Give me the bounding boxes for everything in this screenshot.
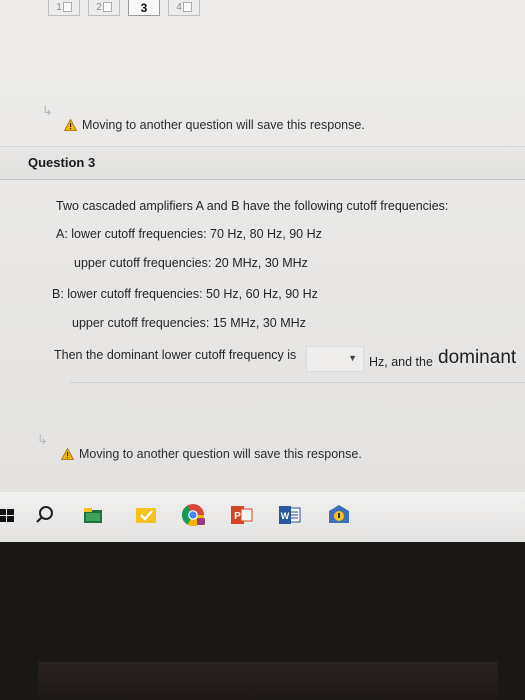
- save-notice-text: Moving to another question will save thi…: [82, 118, 365, 132]
- search-icon[interactable]: [32, 502, 58, 528]
- saved-icon: [182, 2, 192, 13]
- taskbar: P W: [0, 492, 525, 542]
- chrome-icon[interactable]: [180, 502, 206, 528]
- amp-a-upper: upper cutoff frequencies: 20 MHz, 30 MHz: [74, 256, 308, 270]
- svg-text:W: W: [281, 511, 290, 521]
- saved-icon: [62, 2, 72, 13]
- save-notice: Moving to another question will save thi…: [64, 118, 365, 132]
- amp-b-lower: B: lower cutoff frequencies: 50 Hz, 60 H…: [52, 287, 318, 301]
- svg-text:P: P: [234, 511, 241, 522]
- divider: [70, 382, 525, 383]
- question-nav-label: 4: [176, 2, 182, 13]
- question-nav-label: 1: [56, 2, 62, 13]
- question-intro: Two cascaded amplifiers A and B have the…: [56, 199, 449, 213]
- question-nav-label: 2: [96, 2, 102, 13]
- warning-icon: [64, 119, 77, 131]
- saved-icon: [102, 2, 112, 13]
- save-notice-text: Moving to another question will save thi…: [79, 447, 362, 461]
- question-nav-item-2[interactable]: 2: [88, 0, 120, 16]
- answer-dropdown[interactable]: ▼: [306, 346, 364, 372]
- warning-icon: [61, 448, 74, 460]
- question-header: Question 3: [0, 146, 525, 180]
- return-arrow-icon: ↳: [37, 432, 48, 447]
- app-icon[interactable]: [326, 502, 352, 528]
- question-nav-item-1[interactable]: 1: [48, 0, 80, 16]
- screen: 1 2 3 4 ↳ Moving to another question wil…: [0, 0, 525, 492]
- tasks-icon[interactable]: [133, 502, 159, 528]
- word-icon[interactable]: W: [277, 502, 303, 528]
- question-nav-item-3[interactable]: 3: [128, 0, 160, 16]
- powerpoint-icon[interactable]: P: [229, 502, 255, 528]
- return-arrow-icon: ↳: [42, 103, 53, 118]
- amp-a-lower: A: lower cutoff frequencies: 70 Hz, 80 H…: [56, 227, 322, 241]
- chevron-down-icon: ▼: [348, 353, 357, 363]
- question-nav-item-4[interactable]: 4: [168, 0, 200, 16]
- windows-start-icon[interactable]: [0, 509, 14, 522]
- laptop-bezel: [38, 662, 498, 700]
- question-title: Question 3: [28, 155, 96, 170]
- question-nav-label: 3: [140, 1, 148, 15]
- answer-unit: Hz, and the: [369, 355, 433, 369]
- answer-tail: dominant: [438, 347, 517, 368]
- save-notice-bottom: Moving to another question will save thi…: [61, 447, 362, 461]
- file-explorer-icon[interactable]: [80, 502, 106, 528]
- answer-prefix: Then the dominant lower cutoff frequency…: [54, 348, 297, 362]
- amp-b-upper: upper cutoff frequencies: 15 MHz, 30 MHz: [72, 316, 306, 330]
